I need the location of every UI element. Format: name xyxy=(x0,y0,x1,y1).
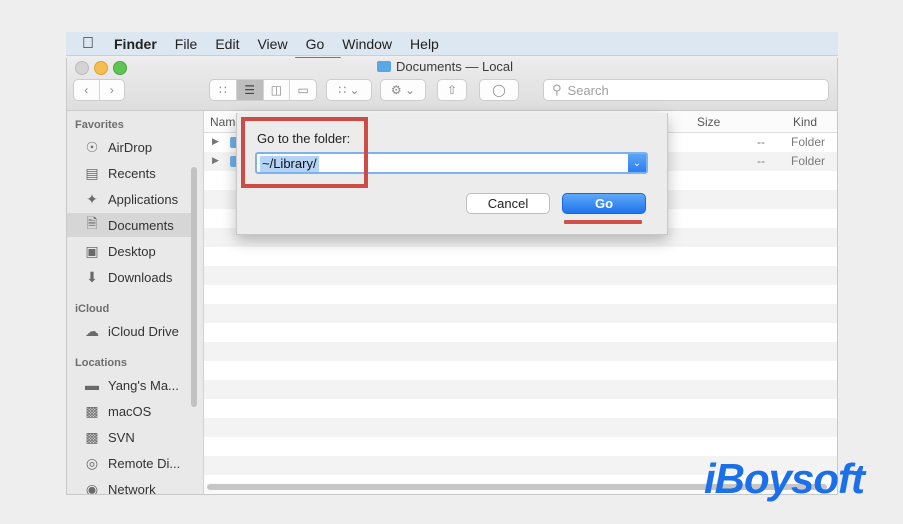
sidebar: Favorites ☉ AirDrop ▤ Recents ✦ Applicat… xyxy=(67,111,204,494)
window-title-text: Documents — Local xyxy=(396,59,514,74)
clock-icon: ▤ xyxy=(85,164,99,181)
icon-view-button[interactable]: ∷ xyxy=(210,80,237,100)
minimize-button[interactable] xyxy=(94,61,108,75)
apple-icon[interactable]:  xyxy=(80,35,96,52)
menu-file[interactable]: File xyxy=(175,36,198,52)
view-mode-control: ∷ ☰ ◫ ▭ xyxy=(209,79,317,101)
disclosure-triangle-icon[interactable]: ▶ xyxy=(212,136,219,147)
sidebar-item-icloud-drive[interactable]: ☁ iCloud Drive xyxy=(67,319,195,343)
sidebar-item-label: Remote Di... xyxy=(108,455,181,471)
sidebar-header-locations: Locations xyxy=(75,357,127,369)
sidebar-item-network[interactable]: ◉ Network xyxy=(67,477,195,495)
disclosure-triangle-icon[interactable]: ▶ xyxy=(212,155,219,166)
airdrop-icon: ☉ xyxy=(85,138,99,155)
brand-logo: iBoysoft xyxy=(704,455,865,502)
sidebar-item-label: Downloads xyxy=(108,269,173,285)
sidebar-item-label: Yang's Ma... xyxy=(108,377,179,393)
sidebar-item-applications[interactable]: ✦ Applications xyxy=(67,187,195,211)
sidebar-item-remote-disc[interactable]: ◎ Remote Di... xyxy=(67,451,195,475)
sidebar-item-label: iCloud Drive xyxy=(108,323,179,339)
nav-buttons: ‹ › xyxy=(73,79,125,101)
remote-disk-icon: ◎ xyxy=(85,454,99,471)
menu-view[interactable]: View xyxy=(257,36,287,52)
share-icon: ⇧ xyxy=(446,83,458,97)
input-highlight-box xyxy=(241,117,368,188)
menu-go[interactable]: Go xyxy=(306,36,325,52)
menu-finder[interactable]: Finder xyxy=(114,36,157,52)
tag-icon: ◯ xyxy=(492,83,506,97)
desktop-icon: ▣ xyxy=(85,242,99,259)
row-kind: Folder xyxy=(791,135,826,149)
disk-icon: ▩ xyxy=(85,428,99,445)
sidebar-item-airdrop[interactable]: ☉ AirDrop xyxy=(67,135,195,159)
column-kind[interactable]: Kind xyxy=(793,115,817,129)
menu-bar:  Finder File Edit View Go Window Help xyxy=(66,32,838,56)
action-button[interactable]: ⚙ ⌄ xyxy=(380,79,426,101)
sidebar-item-label: macOS xyxy=(108,403,152,419)
search-field[interactable]: ⚲ Search xyxy=(543,79,829,101)
row-size: -- xyxy=(757,135,765,149)
menu-window[interactable]: Window xyxy=(342,36,392,52)
list-view-button[interactable]: ☰ xyxy=(236,80,264,100)
sidebar-item-macos[interactable]: ▩ macOS xyxy=(67,399,195,423)
sidebar-scrollbar[interactable] xyxy=(191,167,197,407)
sidebar-header-icloud: iCloud xyxy=(75,303,110,315)
title-bar: Documents — Local ‹ › ∷ ☰ ◫ ▭ ∷ ⌄ ⚙ ⌄ ⇧ … xyxy=(67,58,837,111)
sidebar-item-documents[interactable]: 🗎 Documents xyxy=(67,213,195,237)
gallery-view-button[interactable]: ▭ xyxy=(290,80,316,100)
sidebar-item-recents[interactable]: ▤ Recents xyxy=(67,161,195,185)
laptop-icon: ▬ xyxy=(85,377,99,393)
close-button[interactable] xyxy=(75,61,89,75)
group-icon: ∷ ⌄ xyxy=(338,83,360,97)
window-title: Documents — Local xyxy=(377,59,513,74)
cloud-icon: ☁ xyxy=(85,322,99,339)
back-button[interactable]: ‹ xyxy=(74,80,100,100)
row-kind: Folder xyxy=(791,154,826,168)
search-icon: ⚲ xyxy=(552,82,562,97)
disk-icon: ▩ xyxy=(85,402,99,419)
sidebar-item-label: SVN xyxy=(108,429,135,445)
search-placeholder: Search xyxy=(567,82,609,98)
sidebar-item-label: Recents xyxy=(108,165,156,181)
tags-button[interactable]: ◯ xyxy=(479,79,519,101)
download-icon: ⬇ xyxy=(86,268,98,285)
share-button[interactable]: ⇧ xyxy=(437,79,467,101)
sidebar-item-downloads[interactable]: ⬇ Downloads xyxy=(67,265,195,289)
column-size[interactable]: Size xyxy=(697,115,720,129)
group-button[interactable]: ∷ ⌄ xyxy=(326,79,372,101)
sidebar-item-label: Applications xyxy=(108,191,179,207)
forward-button[interactable]: › xyxy=(100,80,125,100)
gear-icon: ⚙ ⌄ xyxy=(390,83,416,97)
chevron-down-icon[interactable]: ⌄ xyxy=(628,154,646,172)
sidebar-header-favorites: Favorites xyxy=(75,119,124,131)
applications-icon: ✦ xyxy=(86,190,98,207)
sidebar-item-label: AirDrop xyxy=(108,139,153,155)
sidebar-item-label: Desktop xyxy=(108,243,156,259)
folder-icon xyxy=(377,61,391,72)
go-button-highlight xyxy=(564,220,642,224)
sidebar-item-label: Documents xyxy=(108,217,174,233)
menu-help[interactable]: Help xyxy=(410,36,439,52)
network-icon: ◉ xyxy=(85,480,99,495)
sidebar-item-label: Network xyxy=(108,481,156,495)
menu-edit[interactable]: Edit xyxy=(215,36,239,52)
sidebar-item-computer[interactable]: ▬ Yang's Ma... xyxy=(67,373,195,397)
document-icon: 🗎 xyxy=(86,215,98,231)
column-view-button[interactable]: ◫ xyxy=(264,80,291,100)
zoom-button[interactable] xyxy=(113,61,127,75)
sidebar-item-desktop[interactable]: ▣ Desktop xyxy=(67,239,195,263)
go-button[interactable]: Go xyxy=(562,193,646,214)
sidebar-item-svn[interactable]: ▩ SVN xyxy=(67,425,195,449)
row-size: -- xyxy=(757,154,765,168)
cancel-button[interactable]: Cancel xyxy=(466,193,550,214)
